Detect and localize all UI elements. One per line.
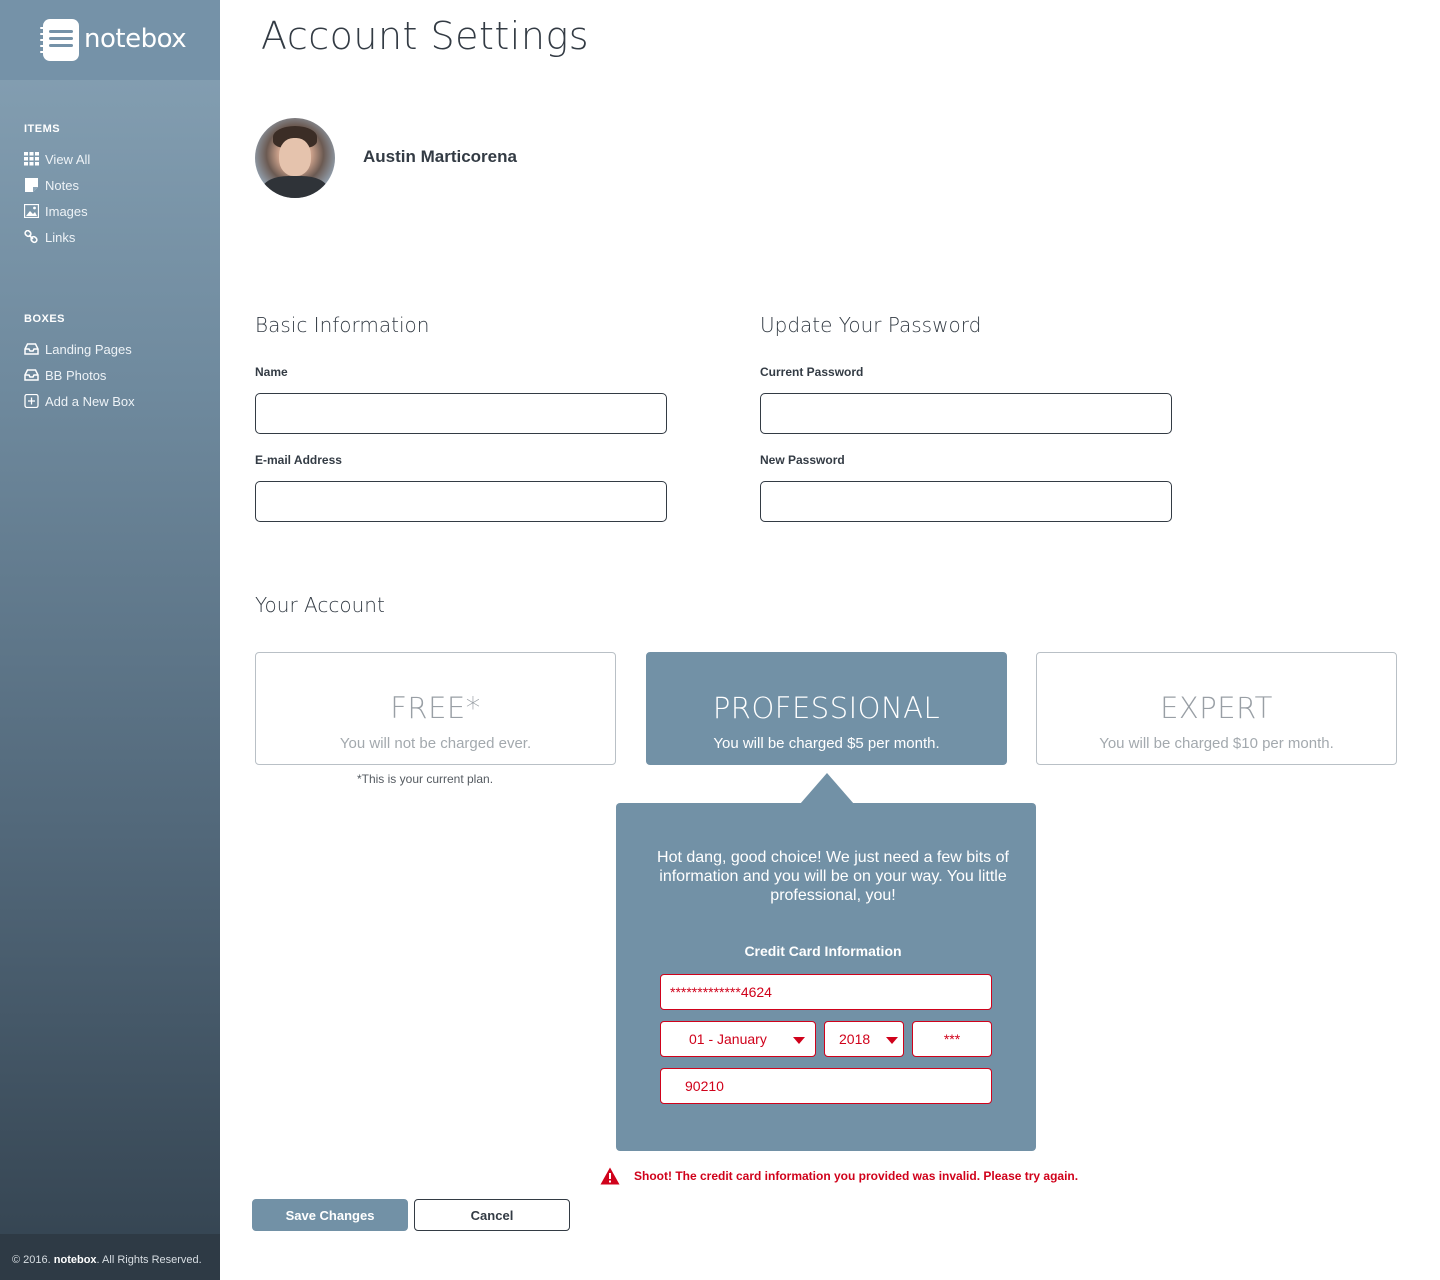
zip-field[interactable]: 90210 <box>660 1068 992 1104</box>
profile-name: Austin Marticorena <box>363 147 517 166</box>
cancel-button[interactable]: Cancel <box>414 1199 570 1231</box>
image-icon <box>24 204 39 218</box>
sidebar-item-add-new-box[interactable]: Add a New Box <box>24 392 135 410</box>
cvv-field[interactable]: *** <box>912 1021 992 1057</box>
cvv-value: *** <box>943 1031 961 1047</box>
chevron-down-icon <box>793 1037 805 1044</box>
sidebar-item-label: Links <box>45 229 76 245</box>
new-password-label: New Password <box>760 453 845 467</box>
account-title: Your Account <box>255 593 385 617</box>
current-plan-note: *This is your current plan. <box>356 772 494 786</box>
error-text: Shoot! The credit card information you p… <box>634 1169 1079 1183</box>
sidebar-item-images[interactable]: Images <box>24 202 88 220</box>
chevron-down-icon <box>886 1037 898 1044</box>
sidebar-item-label: Landing Pages <box>45 341 132 357</box>
expiry-month-select[interactable]: 01 - January <box>660 1021 816 1057</box>
footer-brand: notebox <box>53 1254 97 1266</box>
password-title: Update Your Password <box>760 313 982 337</box>
plus-square-icon <box>24 394 39 408</box>
note-icon <box>25 178 38 192</box>
link-icon <box>24 230 38 244</box>
expiry-year-select[interactable]: 2018 <box>824 1021 904 1057</box>
new-password-field[interactable] <box>760 481 1172 522</box>
plan-name: PROFESSIONAL <box>712 691 941 725</box>
error-message: Shoot! The credit card information you p… <box>600 1166 1078 1186</box>
footer-rights: . All Rights Reserved. <box>96 1254 202 1266</box>
name-field[interactable] <box>255 393 667 434</box>
plan-description: You will not be charged ever. <box>339 735 532 752</box>
logo-bar: notebox <box>0 0 220 80</box>
popup-pointer <box>800 773 854 804</box>
name-label: Name <box>255 365 288 379</box>
sidebar: notebox ITEMS View All Notes Images Link… <box>0 0 220 1280</box>
sidebar-item-label: BB Photos <box>45 367 107 383</box>
plan-card-expert[interactable]: EXPERT You will be charged $10 per month… <box>1036 652 1397 765</box>
current-password-field[interactable] <box>760 393 1172 434</box>
sidebar-item-label: View All <box>45 151 91 167</box>
sidebar-item-label: Add a New Box <box>45 393 135 409</box>
inbox-icon <box>24 343 39 355</box>
plan-description: You will be charged $10 per month. <box>1099 735 1334 752</box>
plan-name: EXPERT <box>1160 691 1273 725</box>
payment-popup: Hot dang, good choice! We just need a fe… <box>616 803 1036 1151</box>
email-field[interactable] <box>255 481 667 522</box>
plan-description: You will be charged $5 per month. <box>713 735 940 752</box>
avatar[interactable] <box>255 118 335 198</box>
inbox-icon <box>24 369 39 381</box>
sidebar-item-view-all[interactable]: View All <box>24 150 90 168</box>
plan-name: FREE* <box>390 691 481 725</box>
current-password-label: Current Password <box>760 365 864 379</box>
logo-text[interactable]: notebox <box>84 24 187 54</box>
notebook-icon <box>40 19 79 61</box>
boxes-heading: BOXES <box>24 313 66 325</box>
save-changes-button[interactable]: Save Changes <box>252 1199 408 1231</box>
plan-card-free[interactable]: FREE* You will not be charged ever. <box>255 652 616 765</box>
items-heading: ITEMS <box>24 123 61 135</box>
plan-card-professional[interactable]: PROFESSIONAL You will be charged $5 per … <box>646 652 1007 765</box>
credit-card-title: Credit Card Information <box>744 943 902 959</box>
sidebar-item-notes[interactable]: Notes <box>24 176 79 194</box>
footer-copyright: © 2016. <box>12 1254 51 1266</box>
sidebar-footer: © 2016. notebox. All Rights Reserved. <box>0 1234 220 1280</box>
basic-info-title: Basic Information <box>255 313 430 337</box>
sidebar-item-landing-pages[interactable]: Landing Pages <box>24 340 132 358</box>
sidebar-item-label: Notes <box>45 177 79 193</box>
warning-icon <box>600 1167 620 1185</box>
card-number-value: *************4624 <box>670 984 772 1000</box>
sidebar-item-bb-photos[interactable]: BB Photos <box>24 366 106 384</box>
card-number-field[interactable]: *************4624 <box>660 974 992 1010</box>
email-label: E-mail Address <box>255 453 342 467</box>
grid-icon <box>24 152 39 166</box>
zip-value: 90210 <box>685 1078 724 1094</box>
page-title: Account Settings <box>261 14 590 58</box>
expiry-month-value: 01 - January <box>689 1031 767 1047</box>
sidebar-item-links[interactable]: Links <box>24 228 75 246</box>
expiry-year-value: 2018 <box>839 1031 871 1047</box>
sidebar-item-label: Images <box>45 203 88 219</box>
popup-message: Hot dang, good choice! We just need a fe… <box>657 849 1009 904</box>
